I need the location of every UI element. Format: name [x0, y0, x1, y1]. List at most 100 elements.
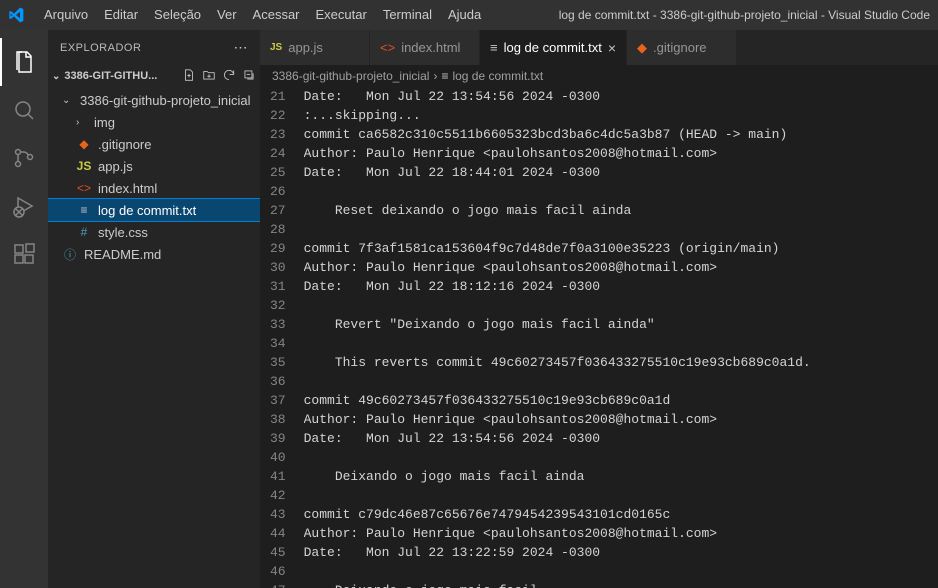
- breadcrumb-segment[interactable]: 3386-git-github-projeto_inicial: [272, 69, 429, 83]
- new-file-icon[interactable]: [182, 68, 196, 85]
- source-control-icon[interactable]: [0, 134, 48, 182]
- menu-acessar[interactable]: Acessar: [245, 0, 308, 30]
- code-area[interactable]: 2122232425262728293031323334353637383940…: [260, 87, 938, 588]
- menu-editar[interactable]: Editar: [96, 0, 146, 30]
- css-file-icon: #: [76, 225, 92, 239]
- menubar: Arquivo Editar Seleção Ver Acessar Execu…: [0, 0, 938, 30]
- code-line[interactable]: commit c79dc46e87c65676e7479454239543101…: [304, 505, 938, 524]
- extensions-icon[interactable]: [0, 230, 48, 278]
- menu-executar[interactable]: Executar: [308, 0, 375, 30]
- code-line[interactable]: Date: Mon Jul 22 18:12:16 2024 -0300: [304, 277, 938, 296]
- tree-item-label: .gitignore: [98, 137, 151, 152]
- code-line[interactable]: [304, 486, 938, 505]
- code-line[interactable]: commit 49c60273457f036433275510c19e93cb6…: [304, 391, 938, 410]
- tree-item[interactable]: JSapp.js: [48, 155, 260, 177]
- tab-label: app.js: [288, 40, 323, 55]
- folder-header[interactable]: ⌄ 3386-GIT-GITHU...: [48, 65, 260, 87]
- line-number: 40: [270, 448, 286, 467]
- code-line[interactable]: [304, 372, 938, 391]
- code-line[interactable]: commit 7f3af1581ca153604f9c7d48de7f0a310…: [304, 239, 938, 258]
- code-line[interactable]: Author: Paulo Henrique <paulohsantos2008…: [304, 410, 938, 429]
- sidebar-title: EXPLORADOR ⋯: [48, 30, 260, 65]
- tree-item[interactable]: ◆ .gitignore: [48, 133, 260, 155]
- line-number: 41: [270, 467, 286, 486]
- line-number: 33: [270, 315, 286, 334]
- text-file-icon: ≡: [76, 203, 92, 217]
- js-file-icon: JS: [270, 42, 282, 53]
- text-file-icon: ≡: [441, 69, 448, 83]
- line-number: 46: [270, 562, 286, 581]
- tree-item[interactable]: ≡ log de commit.txt: [48, 199, 260, 221]
- code-line[interactable]: [304, 334, 938, 353]
- tab-label: .gitignore: [653, 40, 706, 55]
- chevron-down-icon: ⌄: [52, 71, 60, 82]
- code-line[interactable]: Deixando o jogo mais facil: [304, 581, 938, 588]
- search-icon[interactable]: [0, 86, 48, 134]
- code-line[interactable]: Reset deixando o jogo mais facil ainda: [304, 201, 938, 220]
- gitignore-file-icon: ◆: [637, 40, 647, 56]
- code-line[interactable]: Author: Paulo Henrique <paulohsantos2008…: [304, 524, 938, 543]
- code-lines[interactable]: Date: Mon Jul 22 13:54:56 2024 -0300:...…: [304, 87, 938, 588]
- sidebar-more-icon[interactable]: ⋯: [234, 39, 249, 56]
- tree-item-label: img: [94, 115, 115, 130]
- activity-bar: [0, 30, 48, 588]
- new-folder-icon[interactable]: [202, 68, 216, 85]
- line-number: 32: [270, 296, 286, 315]
- tree-item-label: log de commit.txt: [98, 203, 196, 218]
- code-line[interactable]: [304, 448, 938, 467]
- tree-item[interactable]: #style.css: [48, 221, 260, 243]
- menu-selecao[interactable]: Seleção: [146, 0, 209, 30]
- editor-tab[interactable]: JS app.js: [260, 30, 370, 65]
- sidebar-title-label: EXPLORADOR: [60, 42, 141, 54]
- file-tree: ⌄3386-git-github-projeto_inicial›img ◆ .gi…: [48, 87, 260, 267]
- tree-item[interactable]: ⌄3386-git-github-projeto_inicial: [48, 89, 260, 111]
- menu-ver[interactable]: Ver: [209, 0, 245, 30]
- code-line[interactable]: [304, 296, 938, 315]
- editor-tab[interactable]: <>index.html: [370, 30, 480, 65]
- code-line[interactable]: Date: Mon Jul 22 13:54:56 2024 -0300: [304, 429, 938, 448]
- code-line[interactable]: Date: Mon Jul 22 13:22:59 2024 -0300: [304, 543, 938, 562]
- line-number: 34: [270, 334, 286, 353]
- sidebar: EXPLORADOR ⋯ ⌄ 3386-GIT-GITHU... ⌄3386-g…: [48, 30, 260, 588]
- code-line[interactable]: Author: Paulo Henrique <paulohsantos2008…: [304, 258, 938, 277]
- code-line[interactable]: Deixando o jogo mais facil ainda: [304, 467, 938, 486]
- line-number: 42: [270, 486, 286, 505]
- html-file-icon: <>: [380, 40, 395, 55]
- gitignore-file-icon: ◆: [76, 137, 92, 151]
- code-line[interactable]: This reverts commit 49c60273457f03643327…: [304, 353, 938, 372]
- code-line[interactable]: Date: Mon Jul 22 18:44:01 2024 -0300: [304, 163, 938, 182]
- menu-arquivo[interactable]: Arquivo: [36, 0, 96, 30]
- line-number: 21: [270, 87, 286, 106]
- tree-item[interactable]: <>index.html: [48, 177, 260, 199]
- code-line[interactable]: [304, 220, 938, 239]
- code-line[interactable]: [304, 182, 938, 201]
- breadcrumb-segment[interactable]: log de commit.txt: [452, 69, 543, 83]
- refresh-icon[interactable]: [222, 68, 236, 85]
- code-line[interactable]: [304, 562, 938, 581]
- menu-terminal[interactable]: Terminal: [375, 0, 440, 30]
- close-icon[interactable]: ×: [608, 40, 616, 56]
- window-title: log de commit.txt - 3386-git-github-proj…: [559, 8, 930, 22]
- editor-tab[interactable]: ≡log de commit.txt×: [480, 30, 627, 65]
- code-line[interactable]: :...skipping...: [304, 106, 938, 125]
- explorer-icon[interactable]: [0, 38, 48, 86]
- menu-ajuda[interactable]: Ajuda: [440, 0, 489, 30]
- line-number: 22: [270, 106, 286, 125]
- breadcrumbs[interactable]: 3386-git-github-projeto_inicial › ≡ log …: [260, 65, 938, 87]
- collapse-all-icon[interactable]: [242, 68, 256, 85]
- code-line[interactable]: Date: Mon Jul 22 13:54:56 2024 -0300: [304, 87, 938, 106]
- line-number: 45: [270, 543, 286, 562]
- tree-item-label: README.md: [84, 247, 161, 262]
- editor-tab[interactable]: ◆ .gitignore: [627, 30, 737, 65]
- run-debug-icon[interactable]: [0, 182, 48, 230]
- code-line[interactable]: Revert "Deixando o jogo mais facil ainda…: [304, 315, 938, 334]
- line-number: 31: [270, 277, 286, 296]
- code-line[interactable]: Author: Paulo Henrique <paulohsantos2008…: [304, 144, 938, 163]
- tree-item[interactable]: ⓘREADME.md: [48, 243, 260, 265]
- line-number: 44: [270, 524, 286, 543]
- line-number: 26: [270, 182, 286, 201]
- line-number: 24: [270, 144, 286, 163]
- tree-item-label: index.html: [98, 181, 157, 196]
- tree-item[interactable]: ›img: [48, 111, 260, 133]
- code-line[interactable]: commit ca6582c310c5511b6605323bcd3ba6c4d…: [304, 125, 938, 144]
